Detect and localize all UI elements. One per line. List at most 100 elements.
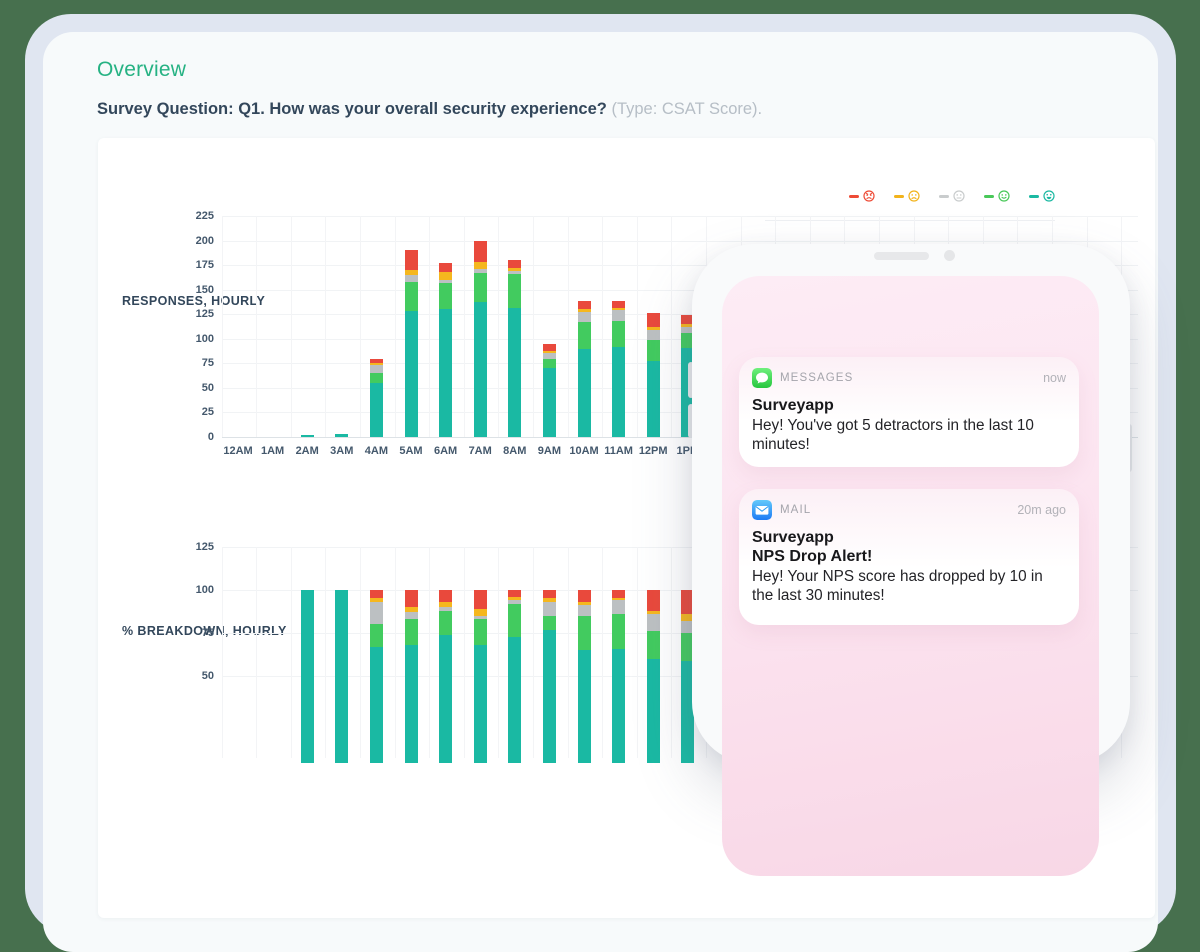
bar-segment-bad-4am [370, 598, 383, 601]
bar-segment-bad-10am [578, 309, 591, 312]
bar-segment-good-11am [612, 614, 625, 649]
angry-face-icon [863, 190, 875, 202]
bar-segment-good-8am [508, 604, 521, 637]
bar-segment-okay-4am [370, 602, 383, 625]
bar-segment-amazing-10am [578, 349, 591, 437]
bar-segment-bad-7am [474, 262, 487, 269]
gridline [464, 547, 465, 759]
bar-segment-bad-5am [405, 607, 418, 612]
notification-messages[interactable]: MESSAGES now Surveyapp Hey! You've got 5… [739, 357, 1079, 467]
notification-time: now [1043, 371, 1066, 385]
y-axis-tick-label: 200 [160, 235, 214, 247]
notification-app-label: MAIL [780, 504, 1009, 516]
bar-segment-terrible-6am [439, 263, 452, 272]
bar-segment-terrible-11am [612, 590, 625, 599]
legend-item-smile[interactable] [984, 190, 1010, 202]
bar-segment-okay-11am [612, 600, 625, 614]
bar-segment-okay-6am [439, 607, 452, 610]
gridline [325, 547, 326, 759]
gridline [291, 547, 292, 759]
bar-segment-good-10am [578, 616, 591, 651]
bar-segment-good-9am [543, 359, 556, 368]
y-axis-tick-label: 125 [160, 541, 214, 553]
phone-screen: MESSAGES now Surveyapp Hey! You've got 5… [722, 276, 1099, 876]
bar-segment-amazing-7am [474, 302, 487, 437]
notification-time: 20m ago [1017, 503, 1066, 517]
gridline [464, 216, 465, 437]
notification-subtitle: NPS Drop Alert! [752, 548, 1066, 566]
bar-segment-terrible-12pm [647, 313, 660, 327]
bar-segment-bad-11am [612, 598, 625, 600]
bar-segment-amazing-9am [543, 630, 556, 763]
notification-title: Surveyapp [752, 397, 1066, 415]
notification-body: Hey! You've got 5 detractors in the last… [752, 417, 1066, 454]
bar-segment-okay-10am [578, 605, 591, 615]
gridline [429, 547, 430, 759]
legend-item-angry[interactable] [849, 190, 875, 202]
bar-segment-okay-8am [508, 271, 521, 274]
sad-face-icon [908, 190, 920, 202]
gridline [360, 216, 361, 437]
mail-app-icon [752, 500, 772, 520]
csat-legend [849, 190, 1055, 202]
bar-segment-good-6am [439, 283, 452, 310]
bar-segment-bad-9am [543, 598, 556, 601]
gridline [671, 216, 672, 437]
y-axis-tick-label: 100 [160, 333, 214, 345]
y-axis-tick-label: 25 [160, 406, 214, 418]
grin-face-icon [1043, 190, 1055, 202]
bar-segment-good-4am [370, 373, 383, 383]
bar-segment-amazing-8am [508, 637, 521, 763]
bar-segment-amazing-2am [301, 435, 314, 437]
bar-segment-good-12pm [647, 631, 660, 659]
notification-app-label: MESSAGES [780, 372, 1035, 384]
bar-segment-amazing-12pm [647, 659, 660, 763]
bar-segment-amazing-6am [439, 309, 452, 437]
bar-segment-terrible-8am [508, 590, 521, 597]
legend-dash [939, 195, 949, 198]
bar-segment-okay-9am [543, 602, 556, 616]
gridline [498, 547, 499, 759]
bar-segment-okay-4am [370, 364, 383, 373]
gridline [222, 216, 223, 437]
bar-segment-bad-4am [370, 363, 383, 365]
bar-segment-amazing-5am [405, 645, 418, 763]
y-axis-tick-label: 75 [160, 627, 214, 639]
survey-type-note: (Type: CSAT Score). [611, 100, 762, 118]
gridline [602, 547, 603, 759]
messages-app-icon [752, 368, 772, 388]
bar-segment-okay-10am [578, 312, 591, 322]
bar-segment-good-5am [405, 619, 418, 645]
gridline [533, 547, 534, 759]
gridline [360, 547, 361, 759]
bar-segment-good-10am [578, 322, 591, 349]
bar-segment-amazing-10am [578, 650, 591, 763]
gridline [568, 216, 569, 437]
bar-segment-bad-12pm [647, 327, 660, 330]
bar-segment-amazing-3am [335, 590, 348, 763]
bar-segment-good-6am [439, 611, 452, 635]
bar-segment-bad-5am [405, 270, 418, 275]
gridline [533, 216, 534, 437]
bar-segment-amazing-11am [612, 649, 625, 763]
notification-mail[interactable]: MAIL 20m ago Surveyapp NPS Drop Alert! H… [739, 489, 1079, 625]
bar-segment-okay-12pm [647, 614, 660, 631]
bar-segment-okay-7am [474, 269, 487, 273]
bar-segment-terrible-8am [508, 260, 521, 268]
bar-segment-terrible-4am [370, 359, 383, 363]
bar-segment-good-5am [405, 282, 418, 311]
bar-segment-bad-10am [578, 602, 591, 605]
legend-item-sad[interactable] [894, 190, 920, 202]
gridline [256, 547, 257, 759]
smile-face-icon [998, 190, 1010, 202]
bar-segment-amazing-3am [335, 434, 348, 437]
notification-body: Hey! Your NPS score has dropped by 10 in… [752, 568, 1066, 605]
legend-item-grin[interactable] [1029, 190, 1055, 202]
y-axis-tick-label: 0 [160, 431, 214, 443]
legend-item-neutral[interactable] [939, 190, 965, 202]
gridline [637, 547, 638, 759]
bar-segment-terrible-4am [370, 590, 383, 599]
bar-segment-terrible-9am [543, 590, 556, 599]
bar-segment-amazing-4am [370, 647, 383, 763]
bar-segment-terrible-10am [578, 301, 591, 309]
